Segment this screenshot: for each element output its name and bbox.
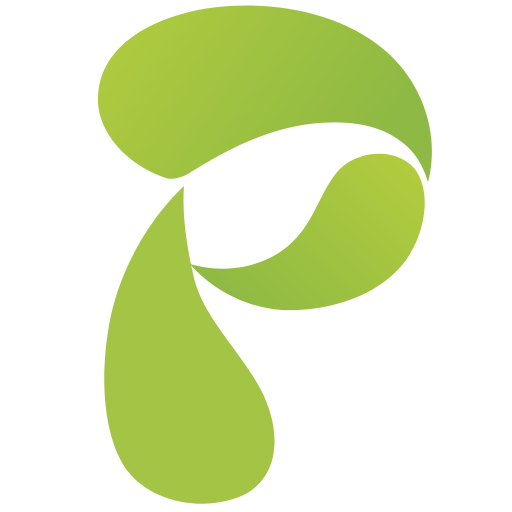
p-leaf-logo xyxy=(97,5,432,504)
logo-canvas xyxy=(0,0,512,512)
bowl-leaf-petal xyxy=(190,153,425,311)
stem-leaf-petal xyxy=(104,186,275,504)
